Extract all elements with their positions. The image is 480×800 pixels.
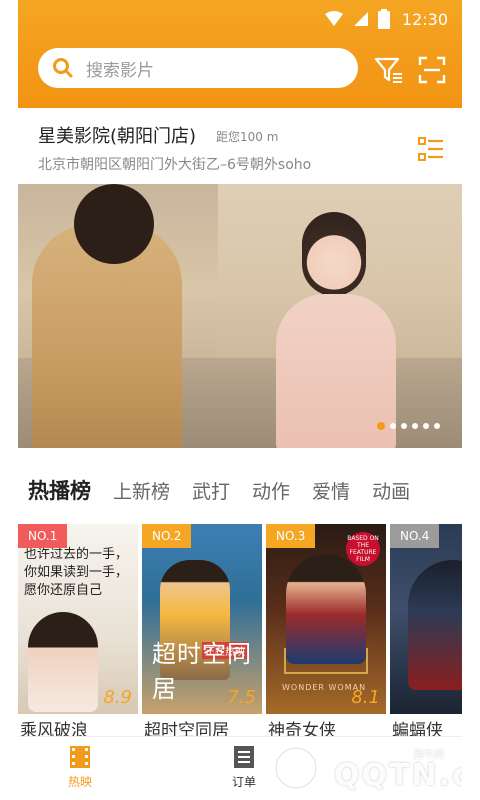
tab-martial[interactable]: 武打 (192, 477, 242, 504)
category-tabs: 热播榜 上新榜 武打 动作 爱情 动画 (18, 468, 462, 512)
movie-card[interactable]: WONDER WOMAN BASED ON THE FEATURE FILM N… (266, 524, 386, 741)
poster-badge: BASED ON THE FEATURE FILM (346, 532, 380, 566)
movie-card[interactable]: NO.4 蝙蝠侠 (390, 524, 462, 741)
rank-badge: NO.4 (390, 524, 440, 548)
movie-poster[interactable]: NO.4 (390, 524, 462, 714)
rank-badge: NO.3 (266, 524, 316, 548)
signal-icon (353, 12, 368, 26)
wifi-icon (324, 11, 343, 26)
movie-card[interactable]: 正在热映 超时空同居 NO.2 7.5 超时空同居 (142, 524, 262, 741)
order-list-icon (234, 746, 254, 768)
cinema-name: 星美影院(朝阳门店) (38, 126, 197, 147)
movie-poster[interactable]: WONDER WOMAN BASED ON THE FEATURE FILM N… (266, 524, 386, 714)
scan-icon[interactable] (418, 56, 446, 84)
watermark-logo-icon (273, 745, 319, 791)
rank-badge: NO.2 (142, 524, 192, 548)
banner-actor-woman (302, 212, 366, 296)
movie-poster[interactable]: 也许过去的一手，你如果读到一手，愿你还原自己 NO.1 8.9 (18, 524, 138, 714)
tab-new-list[interactable]: 上新榜 (113, 477, 182, 504)
watermark-text: QQTN.com (334, 758, 462, 793)
cinema-address: 北京市朝阳区朝阳门外大街乙–6号朝外soho (38, 157, 312, 173)
tab-hot-list[interactable]: 热播榜 (28, 475, 103, 505)
filter-icon[interactable] (374, 56, 404, 84)
cinema-distance: 距您100 m (216, 130, 279, 144)
film-icon (70, 746, 90, 768)
banner-dot[interactable] (390, 423, 396, 429)
movie-banner[interactable] (18, 184, 462, 448)
status-time: 12:30 (401, 9, 448, 29)
cinema-info[interactable]: 星美影院(朝阳门店) 距您100 m 北京市朝阳区朝阳门外大街乙–6号朝外soh… (18, 108, 462, 184)
rank-badge: NO.1 (18, 524, 68, 548)
tab-action[interactable]: 动作 (252, 477, 302, 504)
movie-list: 也许过去的一手，你如果读到一手，愿你还原自己 NO.1 8.9 乘风破浪 正在热… (18, 524, 462, 741)
banner-dot[interactable] (423, 423, 429, 429)
tab-animation[interactable]: 动画 (372, 477, 422, 504)
cinema-list-icon[interactable] (418, 136, 444, 162)
header: 12:30 搜索影片 (18, 0, 462, 108)
wonder-woman-logo (284, 648, 368, 674)
tab-romance[interactable]: 爱情 (312, 477, 362, 504)
banner-dot-active[interactable] (377, 422, 385, 430)
movie-score: 7.5 (227, 687, 256, 708)
banner-dot[interactable] (434, 423, 440, 429)
banner-dot[interactable] (401, 423, 407, 429)
poster-handwriting: 也许过去的一手，你如果读到一手，愿你还原自己 (24, 547, 129, 598)
movie-score: 8.9 (103, 687, 132, 708)
movie-poster[interactable]: 正在热映 超时空同居 NO.2 7.5 (142, 524, 262, 714)
movie-score: 8.1 (351, 687, 380, 708)
nav-hot-label: 热映 (67, 775, 92, 789)
search-icon (53, 58, 73, 78)
banner-dot[interactable] (412, 423, 418, 429)
search-input[interactable]: 搜索影片 (38, 48, 358, 88)
status-bar: 12:30 (18, 0, 462, 36)
nav-hot[interactable]: 热映 (40, 745, 120, 797)
movie-card[interactable]: 也许过去的一手，你如果读到一手，愿你还原自己 NO.1 8.9 乘风破浪 (18, 524, 138, 741)
search-placeholder: 搜索影片 (86, 60, 154, 81)
watermark-small: 腾牛网 (414, 750, 444, 761)
watermark: QQTN.com 腾牛网 (266, 736, 462, 800)
app-screen: 12:30 搜索影片 星美影院(朝阳门店) 距您100 m 北京市朝阳区朝阳门外… (18, 0, 462, 800)
battery-icon (377, 9, 390, 29)
banner-pagination (377, 422, 440, 430)
